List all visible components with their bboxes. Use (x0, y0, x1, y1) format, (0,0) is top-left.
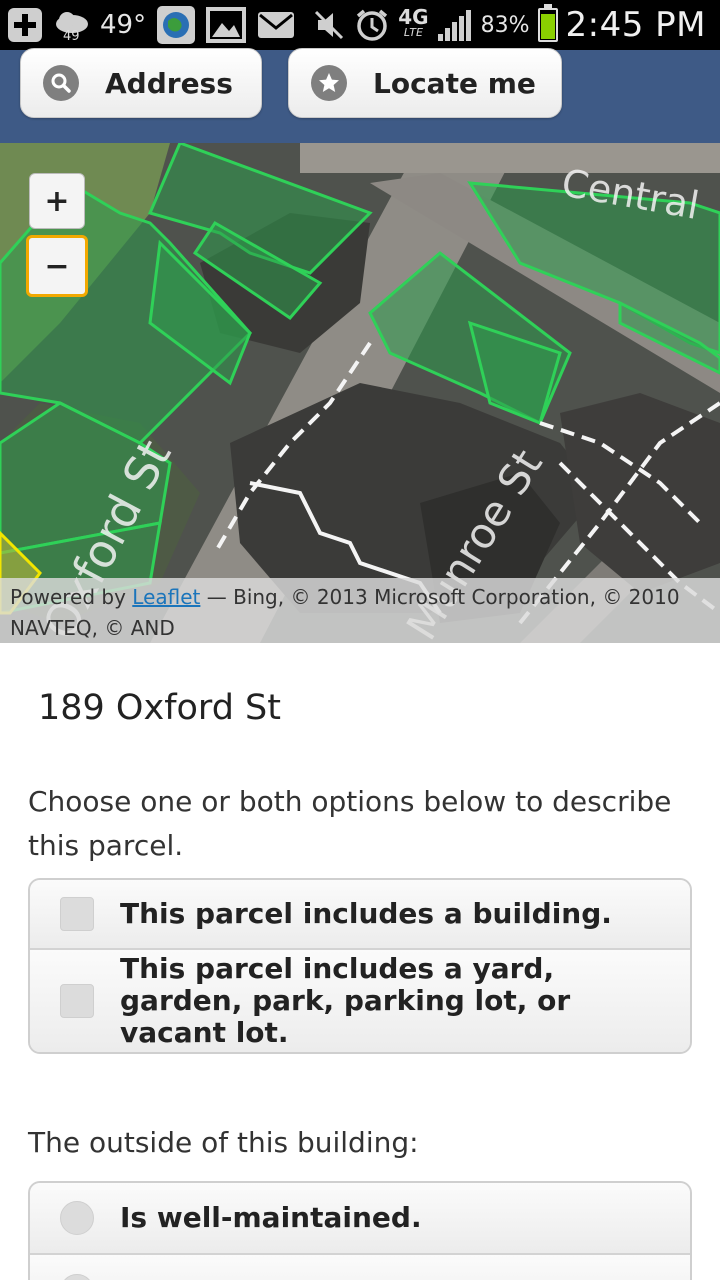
parcel-use-options: This parcel includes a building. This pa… (28, 878, 692, 1054)
map-attribution: Powered by Leaflet — Bing, © 2013 Micros… (0, 578, 720, 643)
battery-percent: 83% (480, 12, 530, 38)
signal-icon (437, 8, 473, 42)
battery-icon (537, 4, 558, 42)
instructions-text: Choose one or both options below to desc… (28, 785, 672, 862)
mail-icon (256, 9, 296, 41)
temperature: 49° (100, 10, 147, 40)
map[interactable]: Central Oxford St Munroe St + − Powered … (0, 143, 720, 643)
zoom-control: + − (26, 173, 88, 297)
weather-icon: 49 (54, 5, 90, 45)
locate-me-label: Locate me (373, 66, 536, 100)
building-condition-options: Is well-maintained. (28, 1181, 692, 1280)
locate-me-button[interactable]: Locate me (288, 48, 562, 118)
star-icon (311, 65, 347, 101)
option-lot-label: This parcel includes a yard, garden, par… (120, 952, 571, 1049)
well-maintained-radio[interactable] (60, 1201, 94, 1235)
building-checkbox[interactable] (60, 897, 94, 931)
option-building-label: This parcel includes a building. (120, 897, 612, 930)
zoom-out-button[interactable]: − (26, 235, 88, 297)
network-type: 4G LTE (398, 5, 429, 39)
option-well-maintained[interactable]: Is well-maintained. (30, 1183, 690, 1255)
clock: 2:45 PM (565, 5, 706, 45)
search-icon (43, 65, 79, 101)
status-bar: 49 49° 4G LTE 83% 2:45 PM (0, 0, 720, 50)
satellite-map-tiles[interactable]: Central Oxford St Munroe St (0, 143, 720, 643)
attribution-prefix: Powered by (10, 585, 133, 609)
add-icon (6, 6, 44, 44)
leaflet-link[interactable]: Leaflet (132, 585, 200, 609)
mute-icon (312, 8, 346, 42)
option-next[interactable] (30, 1255, 690, 1280)
globe-icon (156, 5, 196, 45)
notification-count: 49 (63, 29, 80, 44)
address-button[interactable]: Address (20, 48, 262, 118)
condition-question: The outside of this building: (28, 1126, 419, 1159)
lot-checkbox[interactable] (60, 984, 94, 1018)
alarm-icon (354, 7, 390, 43)
app-header: Address Locate me (0, 48, 720, 143)
parcel-address: 189 Oxford St (38, 688, 281, 728)
option-building[interactable]: This parcel includes a building. (30, 880, 690, 950)
next-option-radio[interactable] (60, 1274, 94, 1280)
gallery-icon (206, 7, 247, 43)
option-lot[interactable]: This parcel includes a yard, garden, par… (30, 950, 690, 1052)
address-button-label: Address (105, 66, 233, 100)
option-well-maintained-label: Is well-maintained. (120, 1201, 422, 1234)
zoom-in-button[interactable]: + (29, 173, 85, 229)
